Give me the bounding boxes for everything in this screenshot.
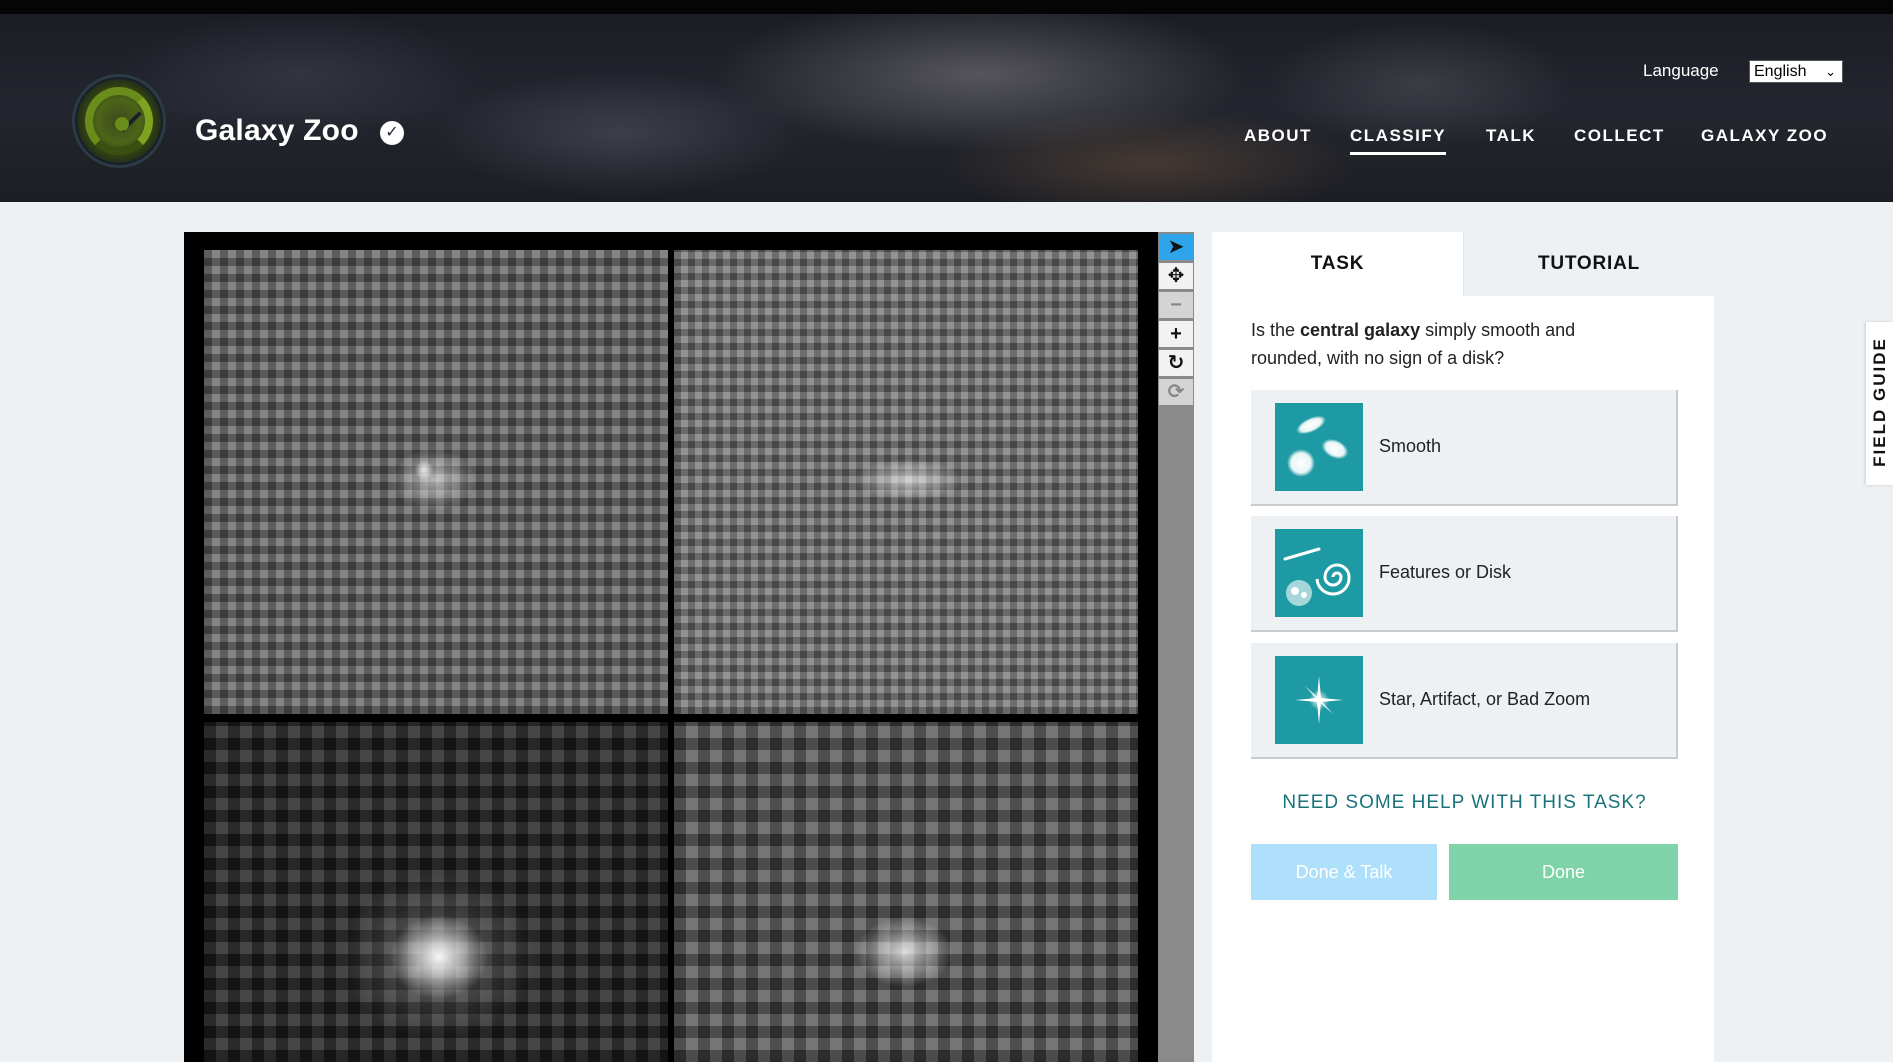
- site-header: Galaxy Zoo ✓ Language English ⌄ ABOUT CL…: [0, 14, 1893, 202]
- subject-viewer[interactable]: [184, 232, 1158, 1062]
- rotate-icon[interactable]: ↻: [1159, 350, 1193, 376]
- galaxy-zoo-logo-icon[interactable]: [72, 74, 166, 168]
- zoom-in-icon[interactable]: +: [1159, 321, 1193, 347]
- nav-talk[interactable]: TALK: [1486, 126, 1536, 148]
- zoom-out-icon[interactable]: −: [1159, 292, 1193, 318]
- project-title[interactable]: Galaxy Zoo: [195, 114, 359, 148]
- pointer-icon[interactable]: ➤: [1159, 234, 1193, 260]
- answer-label: Smooth: [1379, 436, 1442, 456]
- done-and-talk-button[interactable]: Done & Talk: [1251, 844, 1437, 900]
- language-select[interactable]: English ⌄: [1749, 60, 1843, 83]
- subject-image-panel-2[interactable]: [674, 250, 1138, 714]
- nav-collect[interactable]: COLLECT: [1574, 126, 1665, 148]
- reset-icon[interactable]: ⟳: [1159, 379, 1193, 405]
- pan-icon[interactable]: ✥: [1159, 263, 1193, 289]
- task-question: Is the central galaxy simply smooth and …: [1251, 320, 1576, 368]
- image-toolbar: ➤ ✥ − + ↻ ⟳: [1158, 232, 1194, 1062]
- verified-badge-icon: ✓: [380, 121, 404, 145]
- smooth-galaxy-icon: [1275, 403, 1363, 491]
- nav-classify[interactable]: CLASSIFY: [1350, 126, 1447, 155]
- nav-about[interactable]: ABOUT: [1244, 126, 1312, 148]
- top-bar: [0, 0, 1893, 14]
- subject-image-panel-3[interactable]: [204, 722, 668, 1062]
- field-guide-label: FIELD GUIDE: [1870, 337, 1889, 467]
- answer-star-artifact-bad-zoom[interactable]: Star, Artifact, or Bad Zoom: [1251, 643, 1678, 759]
- tab-task[interactable]: TASK: [1212, 232, 1463, 296]
- chevron-down-icon: ⌄: [1825, 64, 1836, 79]
- subject-image-panel-4[interactable]: [674, 722, 1138, 1062]
- language-label: Language: [1643, 61, 1719, 80]
- question-emphasis: central galaxy: [1300, 320, 1421, 340]
- nav-galaxy-zoo[interactable]: GALAXY ZOO: [1701, 126, 1828, 148]
- answer-label: Star, Artifact, or Bad Zoom: [1379, 689, 1591, 709]
- star-icon: [1275, 656, 1363, 744]
- tab-tutorial[interactable]: TUTORIAL: [1463, 232, 1714, 296]
- done-button[interactable]: Done: [1449, 844, 1678, 900]
- answer-features-or-disk[interactable]: Features or Disk: [1251, 516, 1678, 632]
- answer-smooth[interactable]: Smooth: [1251, 390, 1678, 506]
- field-guide-tab[interactable]: FIELD GUIDE: [1866, 322, 1893, 485]
- language-select-value: English: [1754, 63, 1807, 80]
- subject-image-panel-1[interactable]: [204, 250, 668, 714]
- need-help-link[interactable]: NEED SOME HELP WITH THIS TASK?: [1251, 792, 1678, 814]
- answer-label: Features or Disk: [1379, 562, 1512, 582]
- spiral-galaxy-icon: [1275, 529, 1363, 617]
- task-panel: TASK TUTORIAL Is the central galaxy simp…: [1212, 232, 1714, 1062]
